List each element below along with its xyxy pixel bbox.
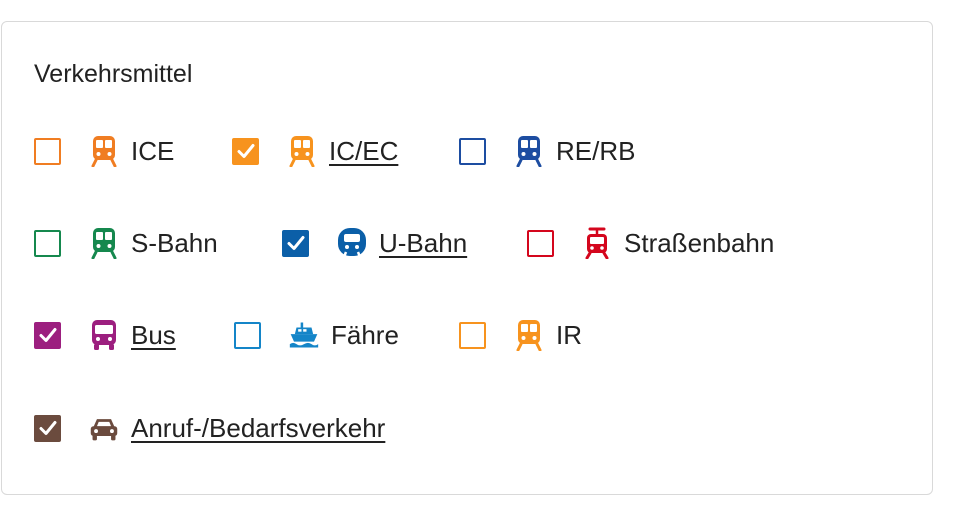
option-label-f-hre[interactable]: Fähre (331, 320, 399, 351)
checkbox-ic-ec[interactable] (232, 137, 259, 165)
option-label-bus[interactable]: Bus (131, 320, 176, 351)
transport-option-ice[interactable]: ICE (34, 133, 174, 169)
transport-option-s-bahn[interactable]: S-Bahn (34, 225, 218, 261)
train-icon (514, 135, 544, 167)
option-label-s-bahn[interactable]: S-Bahn (131, 228, 218, 259)
car-icon (89, 412, 119, 444)
subway-icon (337, 227, 367, 259)
transport-option-f-hre[interactable]: Fähre (234, 317, 399, 353)
train-icon (89, 227, 119, 259)
train-icon (287, 135, 317, 167)
option-label-u-bahn[interactable]: U-Bahn (379, 228, 467, 259)
bus-icon (89, 319, 119, 351)
section-title: Verkehrsmittel (34, 60, 193, 88)
tram-icon (582, 227, 612, 259)
transport-option-straßenbahn[interactable]: Straßenbahn (527, 225, 774, 261)
train-icon (89, 135, 119, 167)
checkbox-f-hre[interactable] (234, 321, 261, 349)
transport-option-u-bahn[interactable]: U-Bahn (282, 225, 467, 261)
checkbox-ice[interactable] (34, 137, 61, 165)
option-label-re-rb[interactable]: RE/RB (556, 136, 635, 167)
transport-option-bus[interactable]: Bus (34, 317, 176, 353)
ferry-icon (289, 319, 319, 351)
option-label-ic-ec[interactable]: IC/EC (329, 136, 398, 167)
transport-option-ir[interactable]: IR (459, 317, 582, 353)
train-icon (514, 319, 544, 351)
option-label-straßenbahn[interactable]: Straßenbahn (624, 228, 774, 259)
transport-option-re-rb[interactable]: RE/RB (459, 133, 635, 169)
checkbox-anruf-bedarfsverkehr[interactable] (34, 414, 61, 442)
checkbox-ir[interactable] (459, 321, 486, 349)
transport-option-anruf-bedarfsverkehr[interactable]: Anruf-/Bedarfsverkehr (34, 410, 385, 446)
transport-option-ic-ec[interactable]: IC/EC (232, 133, 398, 169)
checkbox-re-rb[interactable] (459, 137, 486, 165)
checkbox-u-bahn[interactable] (282, 229, 309, 257)
option-label-anruf-bedarfsverkehr[interactable]: Anruf-/Bedarfsverkehr (131, 413, 385, 444)
checkbox-straßenbahn[interactable] (527, 229, 554, 257)
checkbox-s-bahn[interactable] (34, 229, 61, 257)
option-label-ice[interactable]: ICE (131, 136, 174, 167)
option-label-ir[interactable]: IR (556, 320, 582, 351)
checkbox-bus[interactable] (34, 321, 61, 349)
